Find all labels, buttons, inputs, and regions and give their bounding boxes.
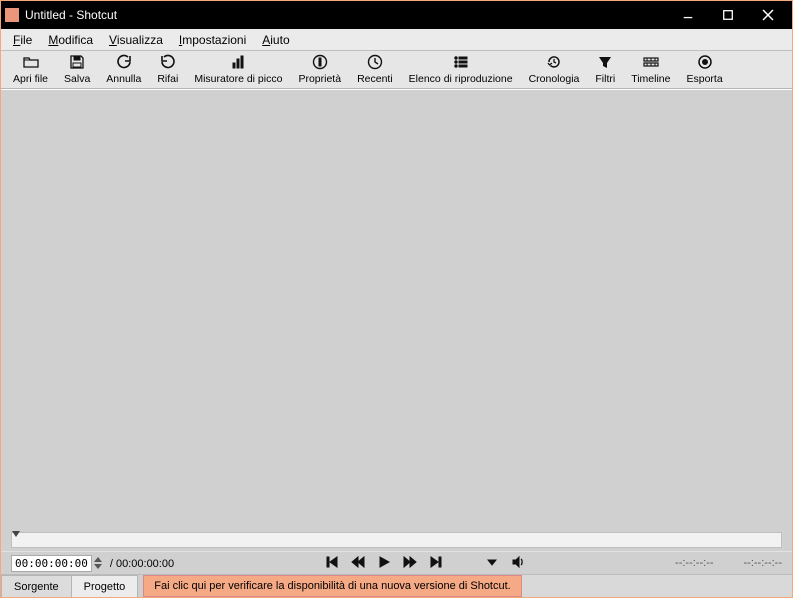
app-icon xyxy=(5,8,19,22)
peak-meter-button[interactable]: Misuratore di picco xyxy=(186,53,290,89)
redo-icon xyxy=(160,53,176,71)
properties-button[interactable]: Proprietà xyxy=(290,53,349,89)
transport-controls xyxy=(174,555,675,572)
playlist-button[interactable]: Elenco di riproduzione xyxy=(401,53,521,89)
target-icon xyxy=(697,53,713,71)
play-button[interactable] xyxy=(377,555,391,572)
skip-start-button[interactable] xyxy=(325,555,339,572)
scrub-track[interactable] xyxy=(11,532,782,548)
tab-project[interactable]: Progetto xyxy=(71,575,139,597)
redo-button[interactable]: Rifai xyxy=(149,53,186,89)
volume-button[interactable] xyxy=(511,555,525,572)
chevron-up-icon[interactable] xyxy=(94,557,102,562)
history-icon xyxy=(546,53,562,71)
timeline-button[interactable]: Timeline xyxy=(623,53,678,89)
out-point: --:--:--:-- xyxy=(744,557,782,569)
save-icon xyxy=(69,53,85,71)
in-out-timecodes: --:--:--:-- --:--:--:-- xyxy=(675,557,782,569)
menu-view[interactable]: Visualizza xyxy=(101,31,171,49)
duration-timecode: / 00:00:00:00 xyxy=(110,557,174,570)
rewind-button[interactable] xyxy=(351,555,365,572)
menu-settings[interactable]: Impostazioni xyxy=(171,31,254,49)
current-timecode[interactable]: 00:00:00:00 xyxy=(11,555,92,572)
transport-bar: 00:00:00:00 / 00:00:00:00 --:--:--:-- --… xyxy=(1,551,792,575)
timeline-icon xyxy=(643,53,659,71)
meter-icon xyxy=(230,53,246,71)
status-bar xyxy=(522,575,792,597)
undo-icon xyxy=(116,53,132,71)
menu-help[interactable]: Aiuto xyxy=(254,31,297,49)
skip-end-button[interactable] xyxy=(429,555,443,572)
timecode-spinner[interactable] xyxy=(94,554,106,572)
clock-icon xyxy=(367,53,383,71)
scrub-bar xyxy=(1,529,792,551)
filters-button[interactable]: Filtri xyxy=(587,53,623,89)
scrub-handle[interactable] xyxy=(12,531,20,537)
export-button[interactable]: Esporta xyxy=(679,53,731,89)
save-button[interactable]: Salva xyxy=(56,53,98,89)
maximize-button[interactable] xyxy=(708,1,748,29)
toolbar: Apri file Salva Annulla Rifai Misuratore… xyxy=(1,51,792,89)
menu-bar: File Modifica Visualizza Impostazioni Ai… xyxy=(1,29,792,51)
chevron-down-icon[interactable] xyxy=(94,564,102,569)
window-title: Untitled - Shotcut xyxy=(25,8,668,22)
window-controls xyxy=(668,1,788,29)
fast-forward-button[interactable] xyxy=(403,555,417,572)
info-icon xyxy=(312,53,328,71)
close-button[interactable] xyxy=(748,1,788,29)
in-point: --:--:--:-- xyxy=(675,557,713,569)
recent-button[interactable]: Recenti xyxy=(349,53,401,89)
filter-icon xyxy=(597,53,613,71)
preview-viewer xyxy=(1,89,792,529)
zoom-dropdown[interactable] xyxy=(485,555,499,572)
menu-edit[interactable]: Modifica xyxy=(40,31,101,49)
minimize-button[interactable] xyxy=(668,1,708,29)
update-notice[interactable]: Fai clic qui per verificare la disponibi… xyxy=(143,575,521,597)
bottom-bar: Sorgente Progetto Fai clic qui per verif… xyxy=(1,575,792,597)
history-button[interactable]: Cronologia xyxy=(521,53,588,89)
folder-open-icon xyxy=(23,53,39,71)
list-icon xyxy=(453,53,469,71)
menu-file[interactable]: File xyxy=(5,31,40,49)
undo-button[interactable]: Annulla xyxy=(98,53,149,89)
app-window: Untitled - Shotcut File Modifica Visuali… xyxy=(0,0,793,598)
open-file-button[interactable]: Apri file xyxy=(5,53,56,89)
title-bar: Untitled - Shotcut xyxy=(1,1,792,29)
tab-source[interactable]: Sorgente xyxy=(1,575,72,597)
